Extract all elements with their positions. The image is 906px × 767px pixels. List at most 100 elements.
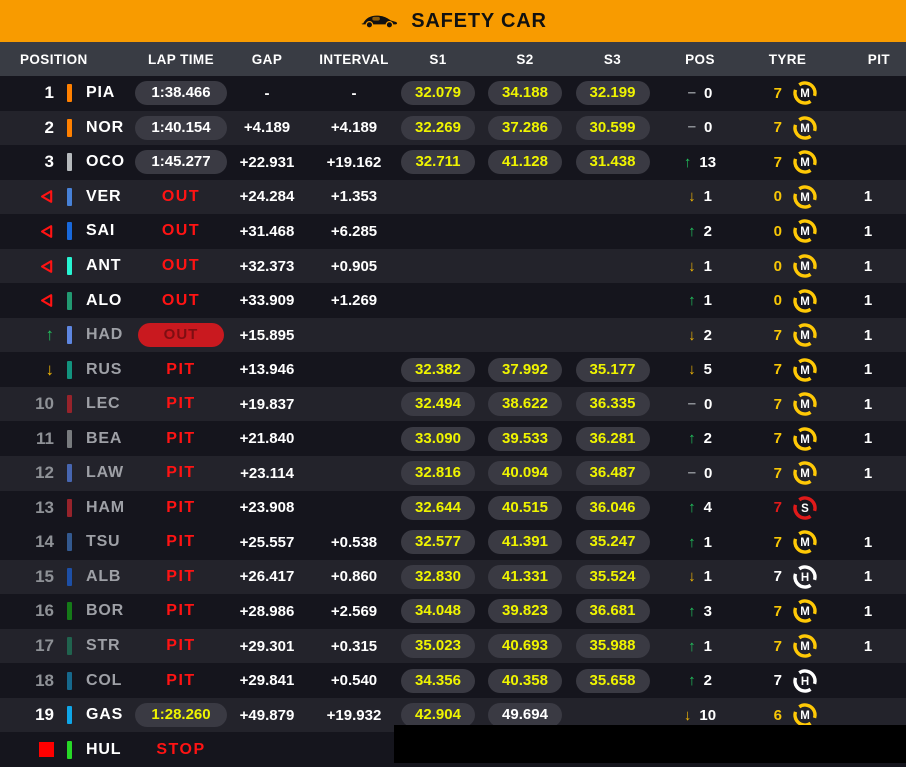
position-change-cell: ↓ 2 <box>655 318 745 353</box>
tyre-compound-icon: M <box>793 150 817 175</box>
team-color-bar <box>66 291 72 310</box>
pit-count: 1 <box>863 361 873 379</box>
pit-cell <box>830 145 906 180</box>
driver-code: LAW <box>86 464 124 482</box>
tyre-compound-icon: M <box>793 81 817 105</box>
driver-code: GAS <box>86 706 124 724</box>
s2-cell <box>480 283 570 318</box>
gain-arrow-icon: ↑ <box>688 292 696 310</box>
pit-count: 1 <box>863 395 873 413</box>
team-color-bar <box>66 671 72 690</box>
laptime-status: OUT <box>161 291 201 309</box>
svg-text:M: M <box>800 641 810 653</box>
svg-text:M: M <box>800 296 810 308</box>
s2-cell <box>480 180 570 215</box>
driver-cell: BEA <box>78 421 140 456</box>
position-cell: 12 <box>0 456 60 491</box>
svg-text:M: M <box>800 158 810 170</box>
position-change-cell: –0 <box>655 387 745 422</box>
gap-value: +31.468 <box>239 222 295 240</box>
gap-cell: +29.841 <box>222 663 312 698</box>
svg-text:M: M <box>800 434 810 446</box>
tyre-compound-icon: M <box>793 219 817 244</box>
laptime-cell: 1:45.277 <box>135 145 227 180</box>
out-track-triangle-icon <box>40 294 53 307</box>
position-change-value: 2 <box>703 430 712 448</box>
s1-cell: 34.356 <box>396 663 480 698</box>
s3-cell: 31.438 <box>570 145 655 180</box>
tyre-cell: 7M <box>745 594 830 629</box>
laptime-status: STOP <box>156 740 206 758</box>
s1-cell: 35.023 <box>396 629 480 664</box>
gap-value: +25.557 <box>239 533 295 551</box>
pit-cell: 1 <box>830 421 906 456</box>
laptime-status: PIT <box>166 671 196 689</box>
position-change-cell: ↓ 1 <box>655 180 745 215</box>
timing-row: 17 STR PIT +29.301 +0.315 35.023 40.693 35.988 ↑… <box>0 628 906 664</box>
gap-value: +28.986 <box>239 602 295 620</box>
svg-text:H: H <box>801 572 809 584</box>
interval-cell <box>312 352 396 387</box>
driver-cell: STR <box>78 629 140 664</box>
driver-code: ALO <box>86 291 123 309</box>
out-track-triangle-icon <box>40 190 53 204</box>
tyre-laps-count: 7 <box>773 119 782 137</box>
laptime-status-pill: OUT <box>138 323 224 348</box>
timing-row: 10 LEC PIT +19.837 32.494 38.622 36.335–0 7 M 1 <box>0 386 906 422</box>
team-color-bar <box>66 118 72 137</box>
interval-cell: +1.353 <box>312 180 396 215</box>
interval-cell <box>312 491 396 526</box>
gain-arrow-icon: ↑ <box>683 153 692 171</box>
timing-row: ANT OUT +32.373 +0.905 ↓ 1 0 M 1 <box>0 248 906 284</box>
position-change-cell: –0 <box>655 111 745 146</box>
col-tyre: TYRE <box>768 51 807 67</box>
gap-value: +26.417 <box>239 568 295 586</box>
s2-time-pill: 40.094 <box>488 461 562 486</box>
s1-cell: 32.711 <box>396 145 480 180</box>
s2-cell: 38.622 <box>480 387 570 422</box>
team-color-bar <box>66 533 72 552</box>
pit-cell: 1 <box>830 249 906 284</box>
pit-count: 1 <box>863 292 873 310</box>
team-color-cell <box>60 525 78 560</box>
col-s2: S2 <box>516 51 534 67</box>
timing-row: 16 BOR PIT +28.986 +2.569 34.048 39.823 36.681 ↑… <box>0 594 906 629</box>
pit-cell: 1 <box>830 525 906 560</box>
position-cell: ↑ <box>0 318 60 353</box>
timing-row: ↑ HAD OUT +15.895 ↓ 2 7 M 1 <box>0 317 906 353</box>
position-cell: 2 <box>0 111 60 146</box>
timing-row: 1 PIA 1:38.466- -32.079 34.188 32.199–0 7 M <box>0 76 906 111</box>
team-color-bar <box>66 706 72 725</box>
laptime-cell: 1:28.260 <box>135 698 227 733</box>
loss-arrow-icon: ↓ <box>688 257 696 275</box>
svg-text:M: M <box>800 607 810 619</box>
col-s1: S1 <box>429 51 447 67</box>
interval-cell <box>312 318 396 353</box>
tyre-laps-count: 0 <box>773 292 782 310</box>
tyre-laps-count: 0 <box>773 257 782 275</box>
position-change-value: 1 <box>703 533 712 551</box>
laptime-cell: PIT <box>140 456 222 491</box>
out-track-triangle-icon <box>40 259 53 273</box>
position-change-value: 10 <box>699 706 717 724</box>
s1-cell: 32.577 <box>396 525 480 560</box>
tyre-cell: 7M <box>745 111 830 146</box>
laptime-cell: PIT <box>140 663 222 698</box>
s3-cell: 36.281 <box>570 421 655 456</box>
tyre-laps-count: 7 <box>773 637 782 655</box>
tyre-cell: 7M <box>745 421 830 456</box>
s2-time-pill: 39.533 <box>488 426 562 451</box>
tyre-laps-count: 7 <box>773 499 782 517</box>
s1-time-pill: 32.079 <box>401 81 475 106</box>
svg-text:M: M <box>800 365 810 377</box>
s1-cell <box>396 283 480 318</box>
laptime-cell: OUT <box>138 318 224 353</box>
laptime-pill: 1:38.466 <box>135 81 227 106</box>
driver-code: ALB <box>86 567 122 585</box>
position-cell <box>0 732 60 767</box>
team-color-bar <box>66 395 72 414</box>
f1-live-timing-screen: SAFETY CAR POSITION LAP TIME GAP INTERVA… <box>0 0 906 767</box>
no-change-icon: – <box>687 394 696 412</box>
position-cell <box>0 283 60 318</box>
driver-code: HUL <box>86 740 122 758</box>
